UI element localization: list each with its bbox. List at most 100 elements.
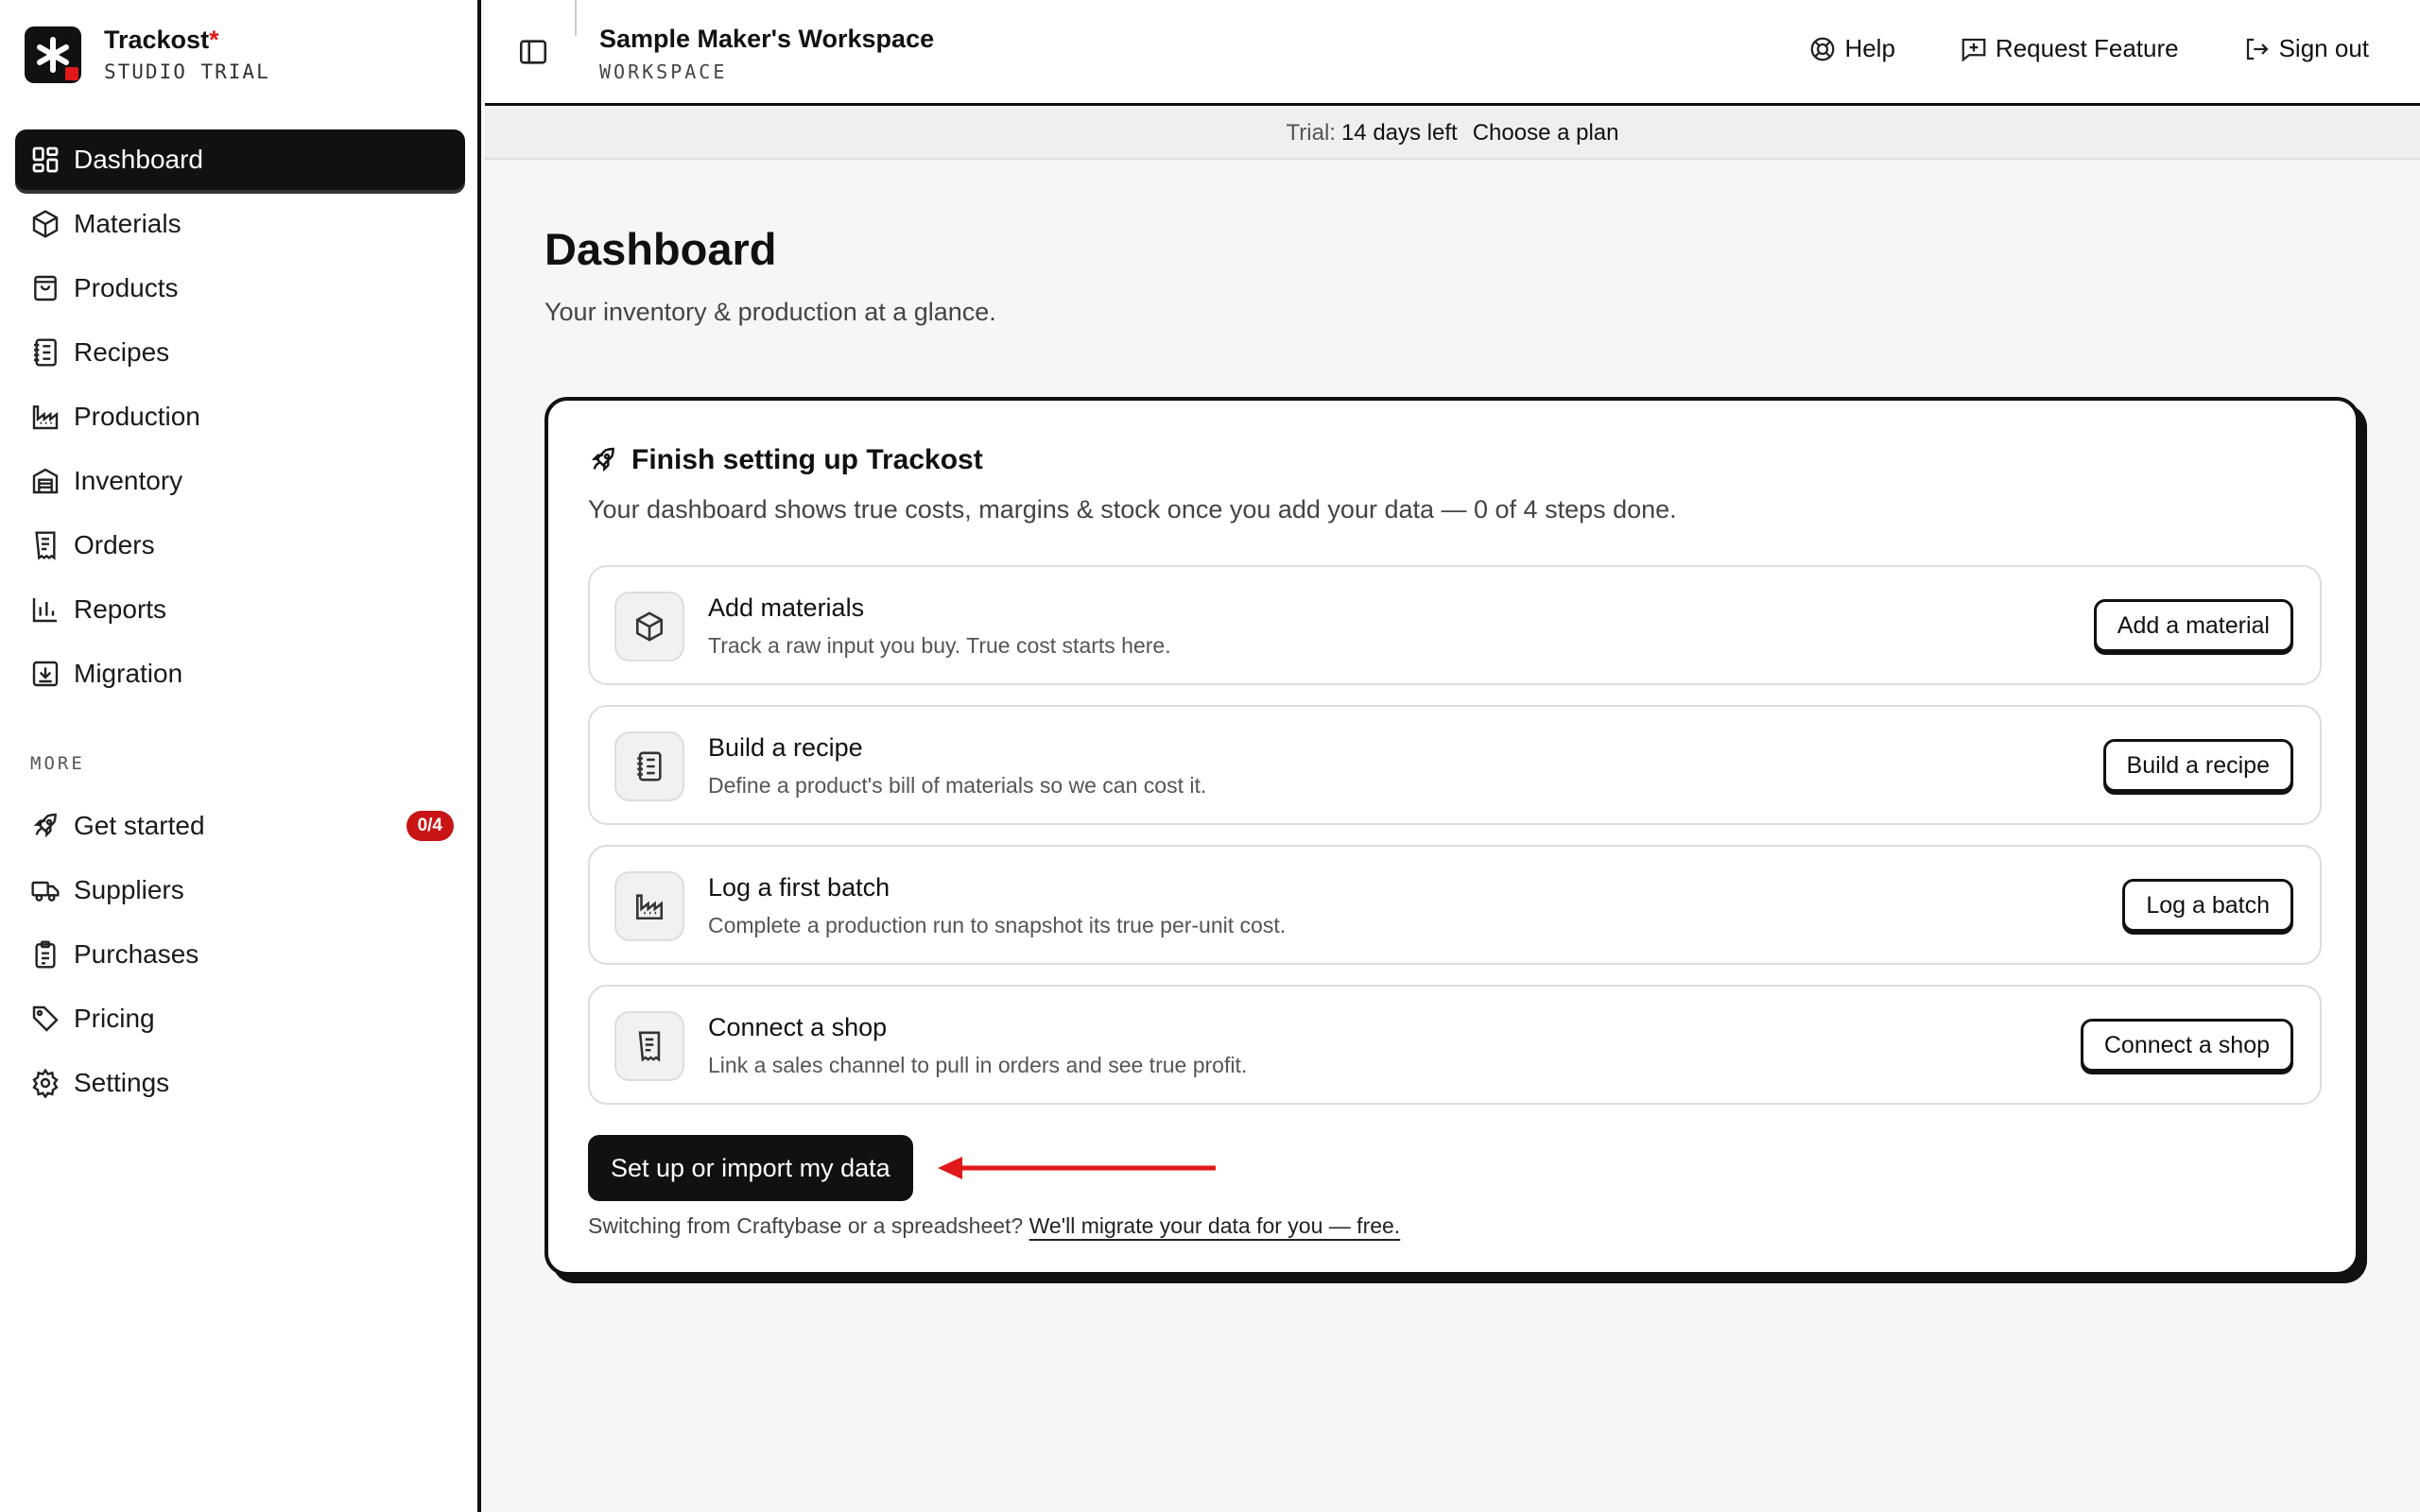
sidebar-item-production[interactable]: Production <box>15 387 465 447</box>
box-icon <box>30 209 60 239</box>
step-icon-container <box>614 871 684 941</box>
connect-shop-button[interactable]: Connect a shop <box>2080 1019 2293 1072</box>
migration-link[interactable]: We'll migrate your data for you — free. <box>1029 1213 1401 1238</box>
sidebar-item-recipes[interactable]: Recipes <box>15 322 465 383</box>
sidebar-item-pricing[interactable]: Pricing <box>15 988 465 1049</box>
sidebar-item-reports[interactable]: Reports <box>15 579 465 640</box>
logo <box>25 26 81 83</box>
sign-out-link[interactable]: Sign out <box>2243 34 2369 63</box>
grid-icon <box>30 145 60 175</box>
page-title: Dashboard <box>544 224 777 274</box>
trial-banner: Trial: 14 days left Choose a plan <box>485 109 2420 160</box>
workspace-subtitle: WORKSPACE <box>599 60 728 83</box>
help-link[interactable]: Help <box>1808 34 1895 63</box>
sidebar-item-label: Reports <box>74 594 167 624</box>
setup-title-text: Finish setting up Trackost <box>631 444 983 475</box>
divider <box>575 0 577 36</box>
sidebar-toggle-icon[interactable] <box>517 36 549 68</box>
log-batch-button[interactable]: Log a batch <box>2122 879 2293 932</box>
recipe-book-icon <box>30 337 60 368</box>
box-icon <box>635 611 664 642</box>
sidebar-item-label: Inventory <box>74 466 183 495</box>
sidebar-item-materials[interactable]: Materials <box>15 194 465 254</box>
step-icon-container <box>614 592 684 662</box>
top-bar: Sample Maker's Workspace WORKSPACE Help … <box>485 0 2420 106</box>
step-description: Link a sales channel to pull in orders a… <box>708 1053 1248 1077</box>
import-icon <box>30 659 60 689</box>
rocket-icon <box>591 447 614 472</box>
step-description: Define a product's bill of materials so … <box>708 773 1207 798</box>
setup-step-connect-shop: Connect a shop Link a sales channel to p… <box>588 985 2322 1105</box>
warehouse-icon <box>30 466 60 496</box>
sidebar-item-label: Orders <box>74 530 155 559</box>
sidebar-item-migration[interactable]: Migration <box>15 644 465 704</box>
rocket-icon <box>30 811 60 841</box>
message-plus-icon <box>1962 38 1986 62</box>
build-recipe-button[interactable]: Build a recipe <box>2102 739 2293 792</box>
sidebar-item-label: Production <box>74 402 200 431</box>
sidebar-item-label: Get started <box>74 811 205 840</box>
setup-card: Finish setting up Trackost Your dashboar… <box>544 397 2360 1276</box>
progress-badge: 0/4 <box>406 811 454 841</box>
help-label: Help <box>1844 34 1895 62</box>
trial-label: Trial: <box>1286 120 1336 146</box>
sidebar-item-purchases[interactable]: Purchases <box>15 924 465 985</box>
factory-icon <box>30 402 60 432</box>
sidebar-item-label: Pricing <box>74 1004 155 1033</box>
sign-out-label: Sign out <box>2278 34 2369 62</box>
step-title: Build a recipe <box>708 733 863 762</box>
step-description: Complete a production run to snapshot it… <box>708 913 1287 937</box>
step-description: Track a raw input you buy. True cost sta… <box>708 633 1171 658</box>
request-feature-link[interactable]: Request Feature <box>1960 34 2179 63</box>
recipe-book-icon <box>637 751 662 782</box>
setup-step-log-batch: Log a first batch Complete a production … <box>588 845 2322 965</box>
sidebar-item-get-started[interactable]: Get started 0/4 <box>15 796 465 856</box>
bar-chart-icon <box>30 594 60 625</box>
sidebar-item-orders[interactable]: Orders <box>15 515 465 576</box>
step-icon-container <box>614 1011 684 1081</box>
sidebar-item-label: Materials <box>74 209 182 238</box>
sidebar-item-products[interactable]: Products <box>15 258 465 318</box>
logo-accent-dot <box>65 67 78 80</box>
add-material-button[interactable]: Add a material <box>2093 599 2293 652</box>
choose-plan-link[interactable]: Choose a plan <box>1473 120 1619 146</box>
migration-text: Switching from Craftybase or a spreadshe… <box>588 1213 1024 1238</box>
sign-out-icon <box>2246 38 2269 60</box>
request-feature-label: Request Feature <box>1995 34 2179 62</box>
setup-step-build-recipe: Build a recipe Define a product's bill o… <box>588 705 2322 825</box>
step-title: Log a first batch <box>708 873 890 902</box>
top-actions: Help Request Feature Sign out <box>1744 34 2369 63</box>
sidebar-item-inventory[interactable]: Inventory <box>15 451 465 511</box>
step-title: Add materials <box>708 593 865 622</box>
factory-icon <box>635 894 664 920</box>
gear-icon <box>30 1068 60 1098</box>
brand-name: Trackost* <box>104 26 219 55</box>
workspace-title[interactable]: Sample Maker's Workspace <box>599 25 934 54</box>
brand[interactable]: Trackost* STUDIO TRIAL <box>25 26 270 83</box>
step-title: Connect a shop <box>708 1013 888 1041</box>
setup-card-title: Finish setting up Trackost <box>588 444 983 476</box>
trial-days-left: 14 days left <box>1340 120 1458 146</box>
setup-step-add-materials: Add materials Track a raw input you buy.… <box>588 565 2322 685</box>
sidebar: Trackost* STUDIO TRIAL Dashboard Materia… <box>0 0 481 1512</box>
sidebar-nav: Dashboard Materials Products Recipes Pro… <box>15 129 465 708</box>
setup-import-button[interactable]: Set up or import my data <box>588 1135 913 1201</box>
brand-plan: STUDIO TRIAL <box>104 60 270 83</box>
receipt-icon <box>30 530 60 560</box>
sidebar-item-dashboard[interactable]: Dashboard <box>15 129 465 190</box>
sidebar-item-label: Suppliers <box>74 875 184 904</box>
sidebar-item-label: Migration <box>74 659 183 688</box>
nav-section-more: MORE <box>30 753 85 774</box>
sidebar-item-suppliers[interactable]: Suppliers <box>15 860 465 920</box>
sidebar-item-label: Purchases <box>74 939 199 969</box>
truck-icon <box>30 875 60 905</box>
receipt-icon <box>638 1031 661 1062</box>
sidebar-item-label: Dashboard <box>74 145 203 174</box>
sidebar-item-settings[interactable]: Settings <box>15 1053 465 1113</box>
migration-note: Switching from Craftybase or a spreadshe… <box>588 1213 1400 1239</box>
sidebar-item-label: Recipes <box>74 337 170 367</box>
setup-card-subtitle: Your dashboard shows true costs, margins… <box>588 495 1677 524</box>
lifebuoy-icon <box>1811 37 1835 60</box>
sidebar-item-label: Settings <box>74 1068 170 1097</box>
bag-icon <box>30 273 60 303</box>
